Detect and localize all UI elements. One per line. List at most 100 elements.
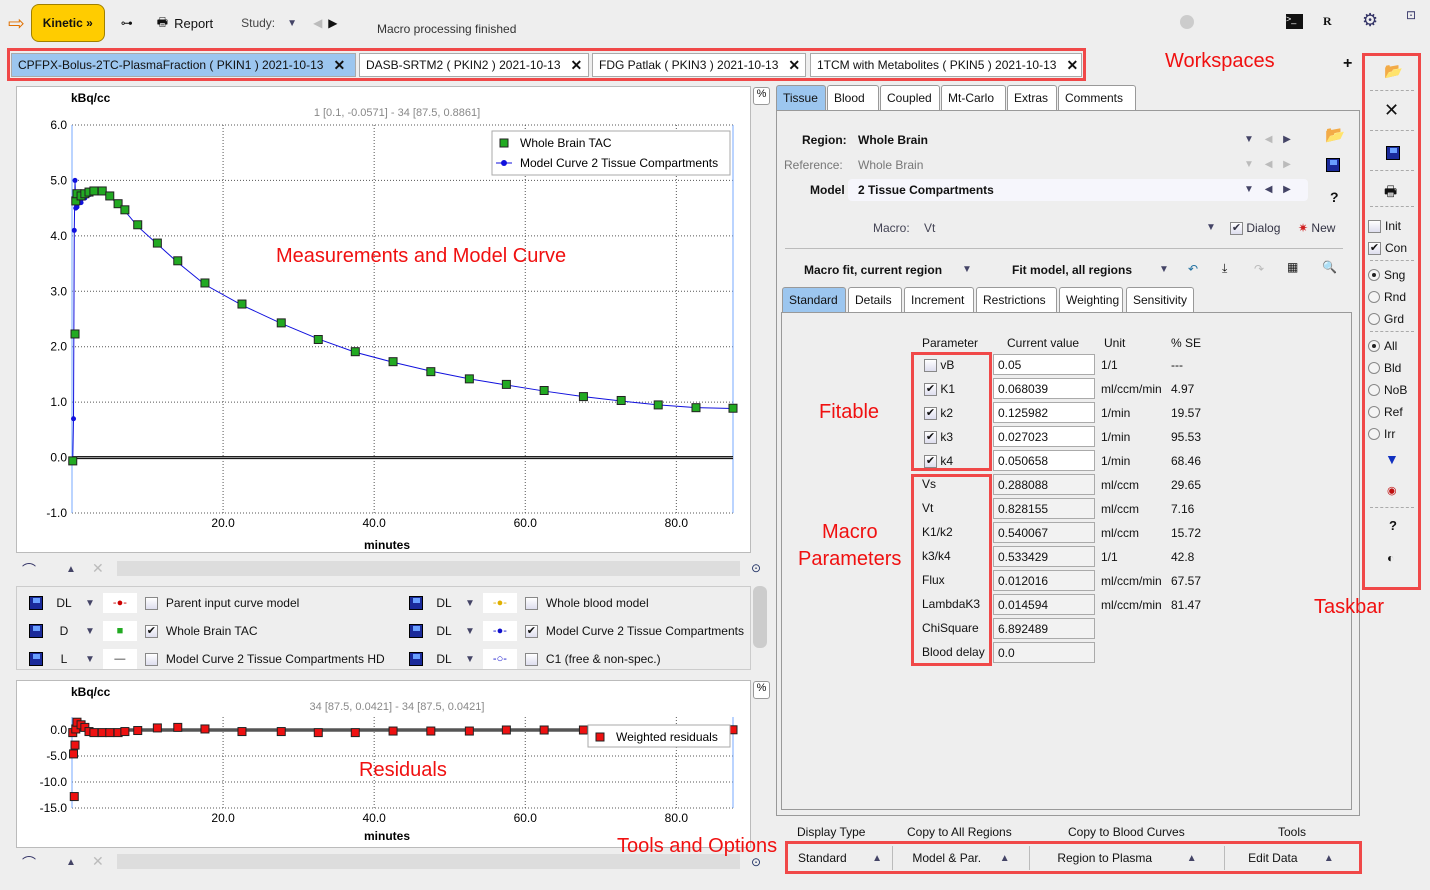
main-chart[interactable]: kBq/cc 1 [0.1, -0.0571] - 34 [87.5, 0.886… xyxy=(17,87,750,552)
param-value-input[interactable]: 0.125982 xyxy=(993,402,1095,423)
tab-extras[interactable]: Extras xyxy=(1007,85,1057,110)
all-radio[interactable] xyxy=(1368,340,1380,352)
macro-fit-dropdown-icon[interactable]: ▼ xyxy=(962,264,972,275)
percent-button-residuals[interactable]: % xyxy=(753,681,770,699)
tab-blood[interactable]: Blood xyxy=(827,85,879,110)
subtab-increment[interactable]: Increment xyxy=(904,287,974,312)
printer-icon[interactable]: 🖶 xyxy=(157,13,168,34)
legend-scrollbar[interactable] xyxy=(753,586,767,648)
up-icon[interactable]: ▲ xyxy=(66,564,76,575)
tab-tissue[interactable]: Tissue xyxy=(776,85,826,110)
undo-icon[interactable]: ↶ xyxy=(1188,262,1198,276)
help-icon[interactable]: ? xyxy=(1389,518,1397,533)
region-dropdown-icon[interactable]: ▼ ◀ ▶ xyxy=(1244,134,1291,145)
subtab-sensitivity[interactable]: Sensitivity xyxy=(1126,287,1194,312)
settings-icon[interactable]: ⚙ xyxy=(1362,10,1378,31)
fit-k4-checkbox[interactable]: ✔ xyxy=(924,455,937,469)
curve-style-swatch[interactable]: -●- xyxy=(482,621,517,641)
close-x-icon[interactable]: ✕ xyxy=(1384,100,1399,121)
add-workspace-button[interactable]: + xyxy=(1343,55,1352,73)
irr-radio[interactable] xyxy=(1368,428,1380,440)
mode-dropdown-icon[interactable]: ▼ xyxy=(85,654,95,665)
sng-radio[interactable] xyxy=(1368,269,1380,281)
clear-icon[interactable]: ✕ xyxy=(92,560,104,577)
workspace-tab-1[interactable]: CPFPX-Bolus-2TC-PlasmaFraction ( PKIN1 )… xyxy=(11,53,356,77)
spreadsheet-icon[interactable]: ▦ xyxy=(1287,260,1298,274)
dialog-checkbox[interactable]: ✔ xyxy=(1230,222,1243,236)
download-icon[interactable]: ⤓ xyxy=(1222,261,1227,276)
mode-dropdown-icon[interactable]: ▼ xyxy=(465,654,475,665)
report-button[interactable]: Report xyxy=(174,16,213,31)
study-dropdown-icon[interactable]: ▼ xyxy=(287,18,297,29)
curve-visible-checkbox[interactable] xyxy=(524,652,538,666)
clear-icon[interactable]: ✕ xyxy=(92,853,104,870)
display-type-button[interactable]: Standard ▲ xyxy=(788,846,893,870)
percent-button[interactable]: % xyxy=(753,87,770,105)
save-curve-icon[interactable] xyxy=(409,624,423,638)
curve-visible-checkbox[interactable]: ✔ xyxy=(144,624,158,638)
macro-dropdown-icon[interactable]: ▼ xyxy=(1206,222,1216,233)
nob-radio[interactable] xyxy=(1368,384,1380,396)
param-value-input[interactable]: 0.050658 xyxy=(993,450,1095,471)
ref-radio[interactable] xyxy=(1368,406,1380,418)
open-folder-icon[interactable]: 📂 xyxy=(1384,62,1403,80)
close-icon[interactable]: ✕ xyxy=(333,57,345,74)
mode-dropdown-icon[interactable]: ▼ xyxy=(85,598,95,609)
chart-scrollbar[interactable] xyxy=(117,561,740,576)
subtab-standard[interactable]: Standard xyxy=(782,287,846,312)
key-icon[interactable]: ⊶ xyxy=(121,16,133,30)
tab-mt-carlo[interactable]: Mt-Carlo xyxy=(941,85,1006,110)
bld-radio[interactable] xyxy=(1368,362,1380,374)
workspace-tab-2[interactable]: DASB-SRTM2 ( PKIN2 ) 2021-10-13 ✕ xyxy=(359,53,589,77)
curve-style-swatch[interactable]: -●- xyxy=(102,593,137,613)
up-icon[interactable]: ▲ xyxy=(66,857,76,868)
save-icon[interactable] xyxy=(1386,146,1400,160)
contrast-icon[interactable]: ◐ xyxy=(1387,551,1394,565)
con-checkbox[interactable]: ✔ xyxy=(1368,241,1381,255)
save-curve-icon[interactable] xyxy=(409,652,423,666)
param-value-input[interactable]: 0.068039 xyxy=(993,378,1095,399)
mode-dropdown-icon[interactable]: ▼ xyxy=(85,626,95,637)
curve-visible-checkbox[interactable] xyxy=(144,596,158,610)
mode-dropdown-icon[interactable]: ▼ xyxy=(465,626,475,637)
curve-style-swatch[interactable]: — xyxy=(102,649,137,669)
save-curve-icon[interactable] xyxy=(409,596,423,610)
subtab-weighting[interactable]: Weighting xyxy=(1059,287,1123,312)
curve-tool-icon[interactable]: ⌒ xyxy=(22,853,36,873)
curve-style-swatch[interactable]: -○- xyxy=(482,649,517,669)
open-arrow-icon[interactable]: ⇨ xyxy=(8,11,25,36)
workspace-tab-4[interactable]: 1TCM with Metabolites ( PKIN5 ) 2021-10-… xyxy=(810,53,1082,77)
curve-visible-checkbox[interactable] xyxy=(524,596,538,610)
save-curve-icon[interactable] xyxy=(29,596,43,610)
grd-radio[interactable] xyxy=(1368,313,1380,325)
open-folder-icon[interactable]: 📂 xyxy=(1325,125,1345,145)
prev-study-icon[interactable]: ◀ xyxy=(313,16,322,30)
fit-model-dropdown-icon[interactable]: ▼ xyxy=(1159,264,1169,275)
fit-vB-checkbox[interactable] xyxy=(924,359,937,373)
target-icon[interactable]: ◉ xyxy=(1387,484,1397,497)
workspace-tab-3[interactable]: FDG Patlak ( PKIN3 ) 2021-10-13 ✕ xyxy=(592,53,806,77)
save-icon[interactable] xyxy=(1326,158,1340,172)
edit-data-button[interactable]: Edit Data ▲ xyxy=(1225,846,1357,870)
console-icon[interactable]: >_ xyxy=(1286,14,1303,29)
close-icon[interactable]: ✕ xyxy=(571,57,583,74)
curve-visible-checkbox[interactable]: ✔ xyxy=(524,624,538,638)
reset-view-icon[interactable]: ⊙ xyxy=(751,561,761,575)
reference-select[interactable]: Whole Brain xyxy=(858,158,923,172)
print-icon[interactable]: 🖶 xyxy=(1384,181,1397,205)
param-value-input[interactable]: 0.05 xyxy=(993,354,1095,375)
rnd-radio[interactable] xyxy=(1368,291,1380,303)
kinetic-button[interactable]: Kinetic » xyxy=(30,4,105,42)
window-icon[interactable]: ⊡ xyxy=(1406,8,1416,22)
new-macro-button[interactable]: New xyxy=(1311,221,1335,235)
fit-K1-checkbox[interactable]: ✔ xyxy=(924,383,937,397)
curve-style-swatch[interactable]: ■ xyxy=(102,621,137,641)
init-checkbox[interactable] xyxy=(1368,219,1381,233)
r-icon[interactable]: R xyxy=(1323,14,1332,29)
reference-dropdown-icon[interactable]: ▼ ◀ ▶ xyxy=(1244,159,1291,170)
fit-k3-checkbox[interactable]: ✔ xyxy=(924,431,937,445)
save-curve-icon[interactable] xyxy=(29,624,43,638)
copy-blood-button[interactable]: Region to Plasma ▲ xyxy=(1030,846,1225,870)
tab-comments[interactable]: Comments xyxy=(1058,85,1136,110)
tab-coupled[interactable]: Coupled xyxy=(880,85,940,110)
